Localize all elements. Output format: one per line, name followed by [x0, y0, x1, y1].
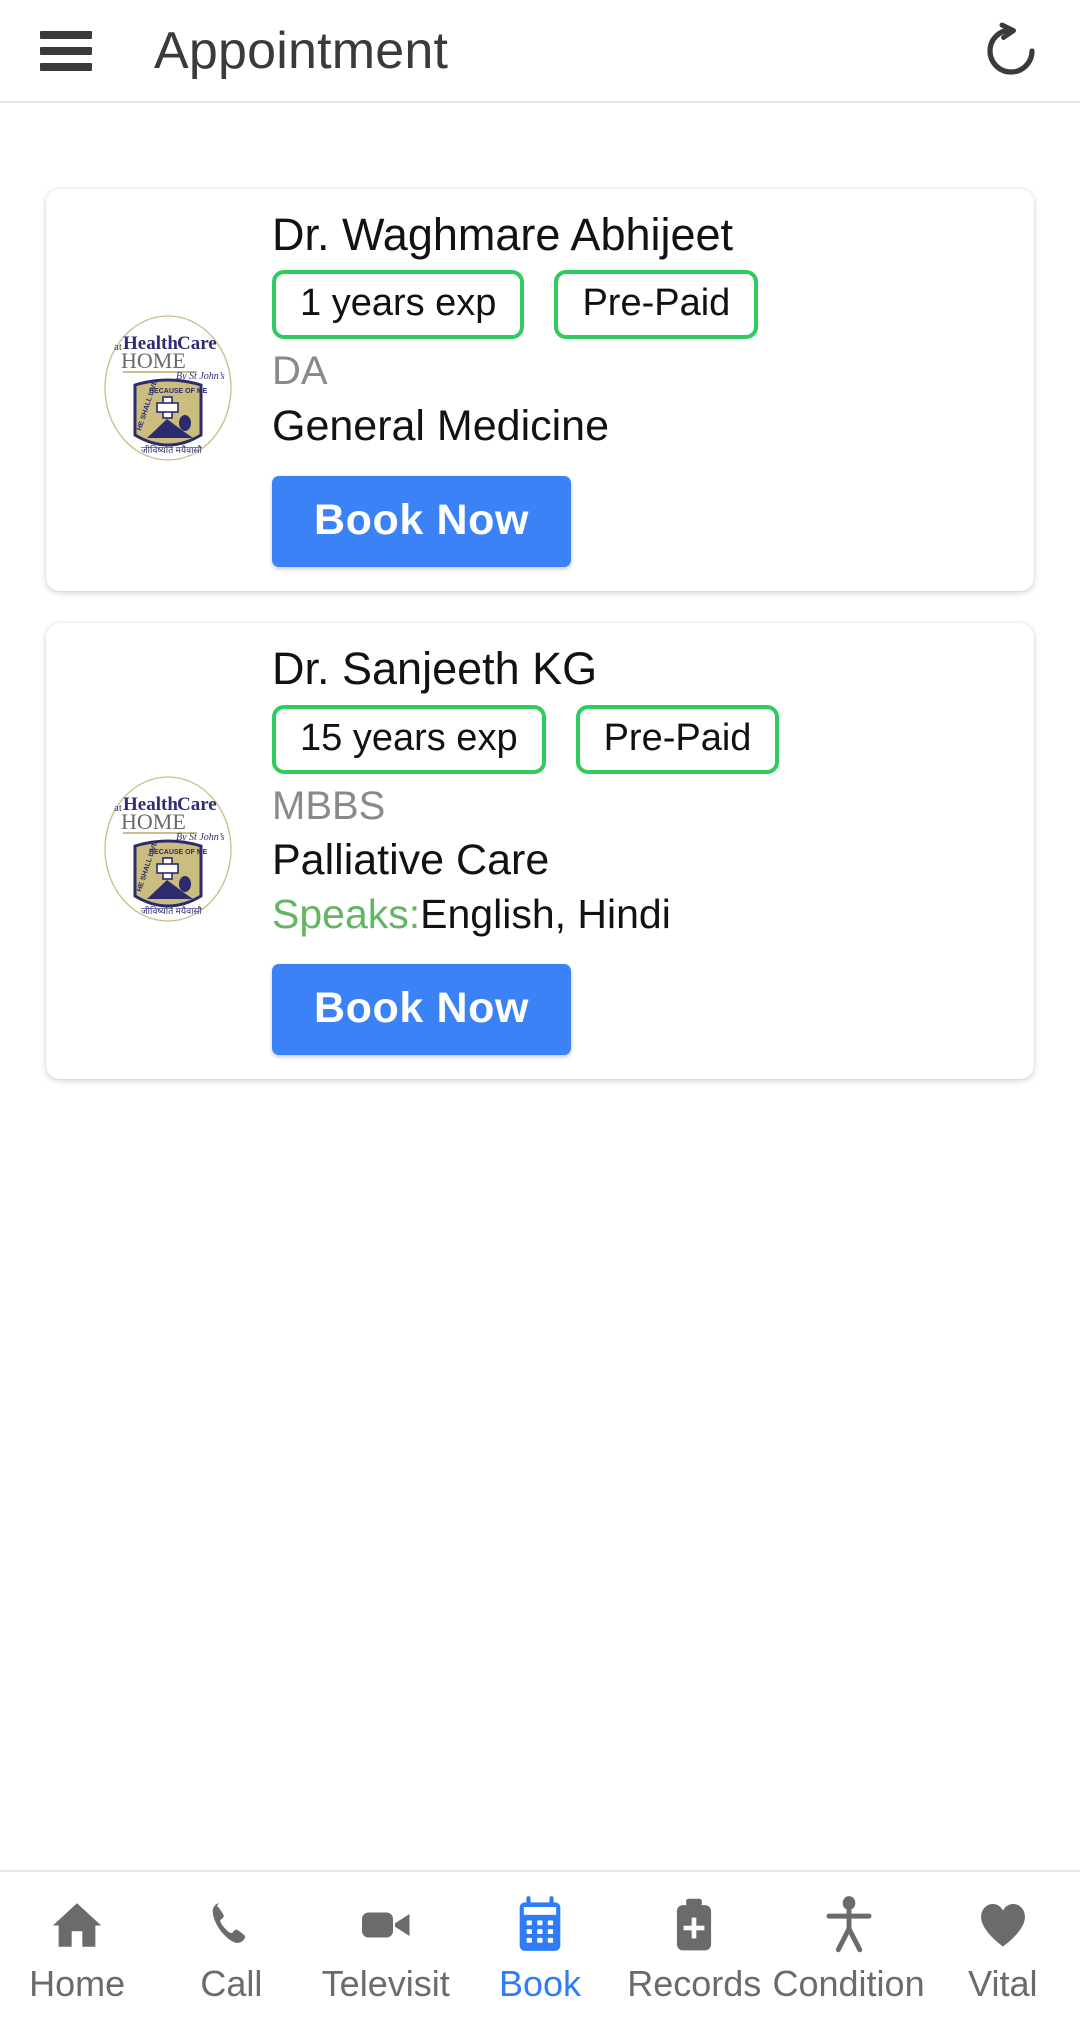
doctor-name: Dr. Sanjeeth KG [272, 643, 598, 695]
doctor-speciality: Palliative Care [272, 836, 550, 885]
nav-label: Records [627, 1963, 762, 2004]
healthcare-at-home-logo-icon: at Health Care HOME By St John’s BECAUSE… [104, 315, 232, 461]
clinic-logo: at Health Care HOME By St John’s BECAUSE… [70, 313, 266, 463]
nav-item-call[interactable]: Call [154, 1894, 308, 2004]
doctor-name: Dr. Waghmare Abhijeet [272, 209, 734, 260]
appointment-details: Dr. Waghmare Abhijeet 1 years exp Pre-Pa… [266, 209, 1010, 568]
nav-label: Televisit [321, 1963, 450, 2004]
nav-item-book[interactable]: Book [463, 1894, 617, 2004]
doctor-qualification: MBBS [272, 783, 386, 828]
hamburger-line [40, 30, 92, 39]
book-now-button[interactable]: Book Now [272, 476, 572, 568]
appointment-card[interactable]: at Health Care HOME By St John’s BECAUSE… [46, 623, 1034, 1079]
book-now-button[interactable]: Book Now [272, 963, 572, 1055]
person-icon [821, 1894, 877, 1956]
hamburger-menu-icon[interactable] [40, 30, 92, 71]
nav-label: Condition [772, 1963, 925, 2004]
nav-item-televisit[interactable]: Televisit [309, 1894, 463, 2004]
bottom-navigation-bar: Home Call Televisit Book Records Conditi… [0, 1870, 1080, 2023]
appointment-card[interactable]: at Health Care HOME By St John’s BECAUSE… [46, 189, 1034, 592]
briefcase-plus-icon [666, 1894, 722, 1956]
nav-item-vital[interactable]: Vital [926, 1894, 1080, 2004]
svg-text:HOME: HOME [121, 809, 186, 834]
app-bar: Appointment [0, 0, 1080, 103]
hamburger-line [40, 62, 92, 71]
hamburger-line [40, 46, 92, 55]
home-icon [48, 1894, 106, 1956]
calendar-icon [512, 1894, 568, 1956]
doctor-qualification: DA [272, 349, 328, 394]
heart-icon [974, 1894, 1032, 1956]
doctor-badges: 15 years exp Pre-Paid [272, 704, 1010, 774]
svg-text:जीविष्यति मयैवासौ: जीविष्यति मयैवासौ [141, 444, 202, 455]
nav-item-records[interactable]: Records [617, 1894, 771, 2004]
healthcare-at-home-logo-icon: at Health Care HOME By St John’s BECAUSE… [104, 776, 232, 922]
nav-item-condition[interactable]: Condition [771, 1894, 925, 2004]
speaks-value: English, Hindi [420, 890, 671, 937]
payment-badge: Pre-Paid [554, 270, 759, 340]
doctor-badges: 1 years exp Pre-Paid [272, 270, 1010, 340]
appointments-list: at Health Care HOME By St John’s BECAUSE… [0, 103, 1080, 1870]
svg-text:HOME: HOME [121, 348, 186, 373]
video-camera-icon [356, 1894, 416, 1956]
clinic-logo: at Health Care HOME By St John’s BECAUSE… [70, 774, 266, 924]
nav-label: Home [29, 1963, 126, 2004]
speaks-label: Speaks: [272, 890, 421, 937]
phone-icon [204, 1894, 258, 1956]
experience-badge: 15 years exp [272, 704, 546, 774]
svg-text:जीविष्यति मयैवासौ: जीविष्यति मयैवासौ [141, 905, 202, 916]
app-bar-actions [976, 16, 1046, 86]
appointment-details: Dr. Sanjeeth KG 15 years exp Pre-Paid MB… [266, 643, 1010, 1055]
svg-text:BECAUSE OF ME: BECAUSE OF ME [149, 388, 208, 395]
nav-label: Book [498, 1963, 582, 2004]
doctor-speciality: General Medicine [272, 401, 610, 450]
nav-label: Call [200, 1963, 263, 2004]
nav-item-home[interactable]: Home [0, 1894, 154, 2004]
nav-label: Vital [968, 1963, 1038, 2004]
doctor-languages: Speaks:English, Hindi [272, 889, 1010, 940]
page-title: Appointment [154, 21, 449, 80]
svg-text:BECAUSE OF ME: BECAUSE OF ME [149, 849, 208, 856]
payment-badge: Pre-Paid [575, 704, 780, 774]
experience-badge: 1 years exp [272, 270, 525, 340]
refresh-icon[interactable] [976, 16, 1046, 86]
